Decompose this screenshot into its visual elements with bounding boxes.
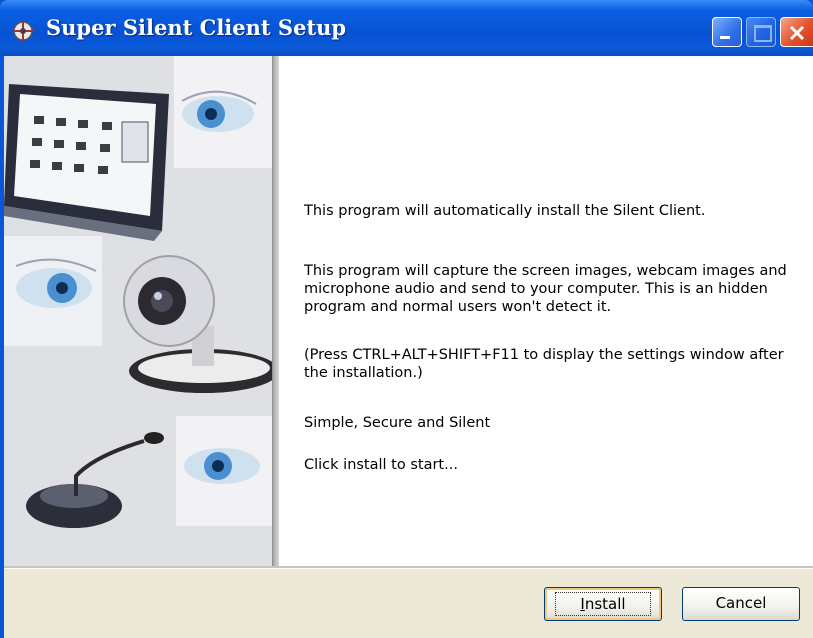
close-icon bbox=[789, 25, 805, 41]
setup-icon bbox=[13, 21, 33, 41]
cancel-button[interactable]: Cancel bbox=[682, 587, 800, 621]
slogan-text: Simple, Secure and Silent bbox=[304, 415, 491, 431]
image-divider bbox=[272, 56, 279, 566]
maximize-icon bbox=[754, 25, 772, 42]
install-button[interactable]: Install bbox=[544, 587, 662, 621]
client-area: This program will automatically install … bbox=[4, 56, 813, 638]
button-separator bbox=[4, 566, 813, 569]
instruction-text: Click install to start... bbox=[304, 457, 458, 473]
monitor-picture bbox=[4, 84, 169, 241]
content-panel: This program will automatically install … bbox=[4, 56, 813, 566]
description-text: This program will capture the screen ima… bbox=[304, 263, 787, 315]
window-title: Super Silent Client Setup bbox=[46, 15, 347, 40]
side-banner-image bbox=[4, 56, 272, 566]
minimize-button[interactable] bbox=[712, 17, 742, 47]
install-button-label: Install bbox=[555, 592, 651, 616]
setup-window: Super Silent Client Setup This program w… bbox=[0, 0, 813, 638]
intro-text: This program will automatically install … bbox=[304, 203, 706, 219]
maximize-button[interactable] bbox=[746, 17, 776, 47]
hotkey-text: (Press CTRL+ALT+SHIFT+F11 to display the… bbox=[304, 347, 784, 381]
close-button[interactable] bbox=[780, 17, 813, 47]
minimize-icon bbox=[720, 36, 730, 39]
title-bar[interactable]: Super Silent Client Setup bbox=[0, 0, 813, 56]
